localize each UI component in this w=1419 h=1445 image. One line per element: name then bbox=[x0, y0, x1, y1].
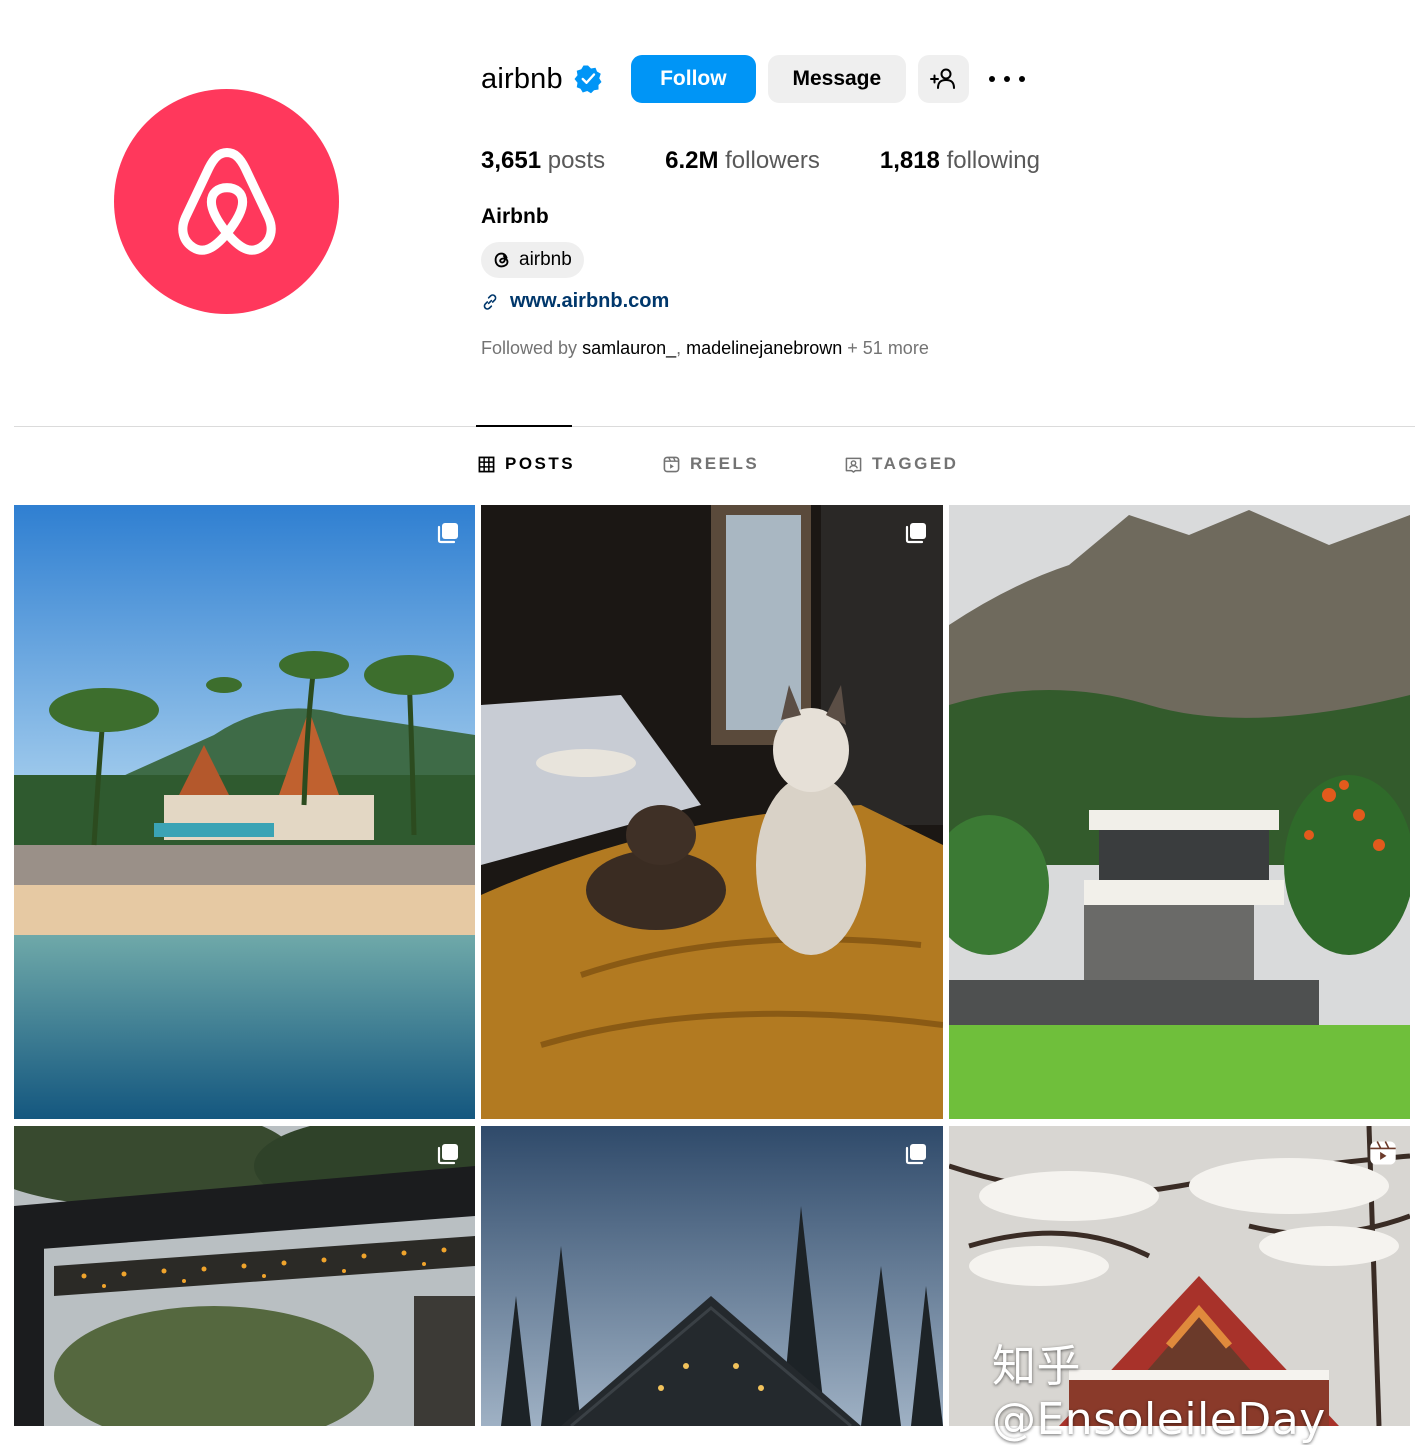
add-person-icon bbox=[930, 68, 956, 89]
watermark-text: 知乎 @EnsoleileDay bbox=[992, 1341, 1326, 1445]
following-link[interactable]: 1,818 following bbox=[880, 147, 1040, 175]
profile-header: airbnb Follow Message bbox=[481, 54, 1025, 104]
profile-stats: 3,651 posts 6.2M followers 1,818 followi… bbox=[481, 143, 1100, 179]
posts-count: 3,651 posts bbox=[481, 147, 606, 174]
post-tile-dogs-on-bed[interactable] bbox=[481, 505, 943, 1119]
tagged-icon bbox=[845, 457, 862, 473]
mutual-follower-1[interactable]: samlauron_ bbox=[582, 338, 676, 358]
website-link[interactable]: www.airbnb.com bbox=[481, 290, 669, 313]
followed-by[interactable]: Followed by samlauron_, madelinejanebrow… bbox=[481, 338, 929, 359]
more-options-icon[interactable] bbox=[988, 69, 1025, 89]
threads-handle: airbnb bbox=[519, 249, 572, 270]
reel-icon bbox=[1370, 1141, 1396, 1165]
carousel-icon bbox=[905, 1144, 926, 1165]
post-tile-pergola-lights[interactable] bbox=[14, 1126, 475, 1426]
carousel-icon bbox=[437, 523, 458, 544]
beach-villa-image bbox=[14, 505, 475, 1119]
follow-button[interactable]: Follow bbox=[630, 55, 756, 103]
profile-avatar[interactable] bbox=[114, 89, 339, 314]
tab-tagged[interactable]: TAGGED bbox=[845, 454, 958, 474]
mutual-follower-2[interactable]: madelinejanebrown bbox=[686, 338, 842, 358]
post-tile-mountain-house[interactable] bbox=[949, 505, 1410, 1119]
more-followers[interactable]: + 51 more bbox=[847, 338, 929, 358]
link-icon bbox=[483, 293, 497, 310]
verified-badge-icon bbox=[574, 65, 602, 94]
pergola-lights-image bbox=[14, 1126, 475, 1426]
dogs-on-bed-image bbox=[481, 505, 943, 1119]
post-tile-a-frame-cabin[interactable] bbox=[481, 1126, 943, 1426]
tabs-divider bbox=[14, 426, 1415, 427]
tab-reels[interactable]: REELS bbox=[663, 454, 759, 474]
username: airbnb bbox=[481, 62, 563, 95]
a-frame-cabin-image bbox=[481, 1126, 943, 1426]
carousel-icon bbox=[437, 1144, 458, 1165]
message-button[interactable]: Message bbox=[767, 55, 906, 103]
tab-posts[interactable]: POSTS bbox=[478, 454, 575, 474]
followers-link[interactable]: 6.2M followers bbox=[665, 147, 820, 175]
airbnb-logo-icon bbox=[177, 147, 276, 255]
website-url: www.airbnb.com bbox=[510, 290, 670, 312]
grid-icon bbox=[478, 456, 495, 472]
mountain-house-image bbox=[949, 505, 1410, 1119]
profile-tabs: POSTS REELS TAGGED bbox=[0, 454, 1419, 478]
full-name: Airbnb bbox=[481, 205, 549, 228]
active-tab-indicator bbox=[476, 425, 572, 427]
reels-icon bbox=[663, 456, 680, 472]
threads-link[interactable]: airbnb bbox=[481, 242, 584, 278]
threads-icon bbox=[494, 252, 509, 268]
post-tile-beach-villa[interactable] bbox=[14, 505, 475, 1119]
suggest-users-button[interactable] bbox=[917, 55, 969, 103]
carousel-icon bbox=[905, 523, 926, 544]
